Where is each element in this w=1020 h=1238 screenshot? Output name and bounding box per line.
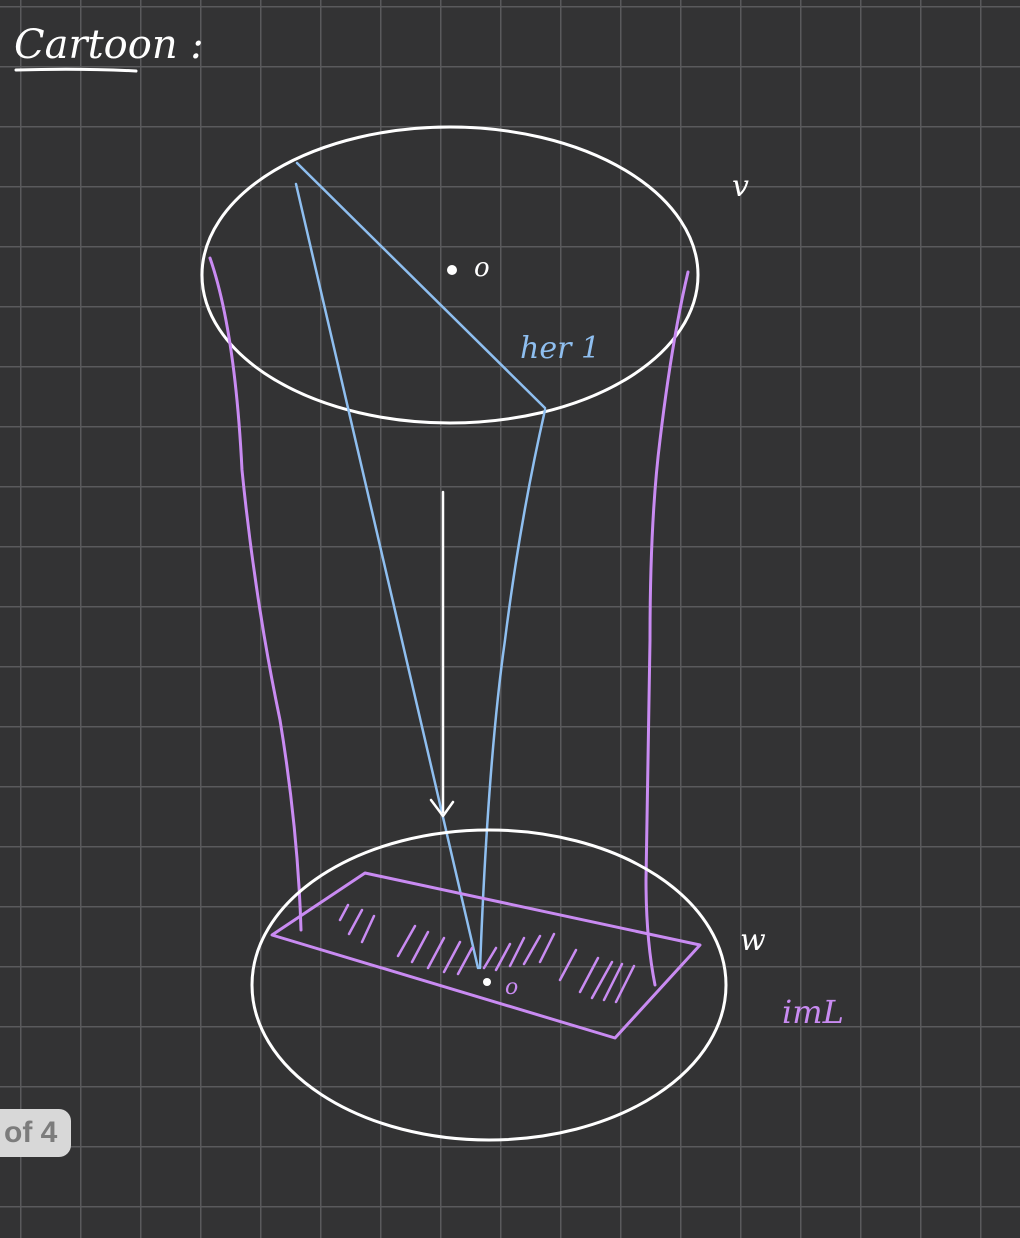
blue-chord-line xyxy=(295,161,547,410)
w-label: w xyxy=(740,923,766,958)
purple-line-right xyxy=(644,270,690,987)
top-point-label: o xyxy=(474,253,490,283)
bottom-point-label: o xyxy=(505,975,518,1000)
top-point-dot xyxy=(447,265,457,275)
title-text: Cartoon : xyxy=(14,22,204,68)
image-label: imL xyxy=(782,993,844,1031)
blue-ray-left xyxy=(294,182,480,970)
top-ellipse xyxy=(200,125,700,425)
bottom-point-dot xyxy=(483,978,491,986)
note-canvas[interactable]: Cartoon : o v her 1 o w imL of 4 xyxy=(0,0,1020,1238)
image-rectangle xyxy=(270,871,702,1040)
blue-segment-label: her 1 xyxy=(520,331,600,366)
v-label: v xyxy=(732,169,749,204)
title-underline xyxy=(14,67,138,73)
purple-line-left xyxy=(208,256,303,932)
blue-ray-right xyxy=(478,408,547,970)
image-hatching xyxy=(338,903,636,1004)
drawing-layer: Cartoon : o v her 1 o w imL xyxy=(14,22,844,1142)
page-indicator: of 4 xyxy=(0,1109,72,1157)
